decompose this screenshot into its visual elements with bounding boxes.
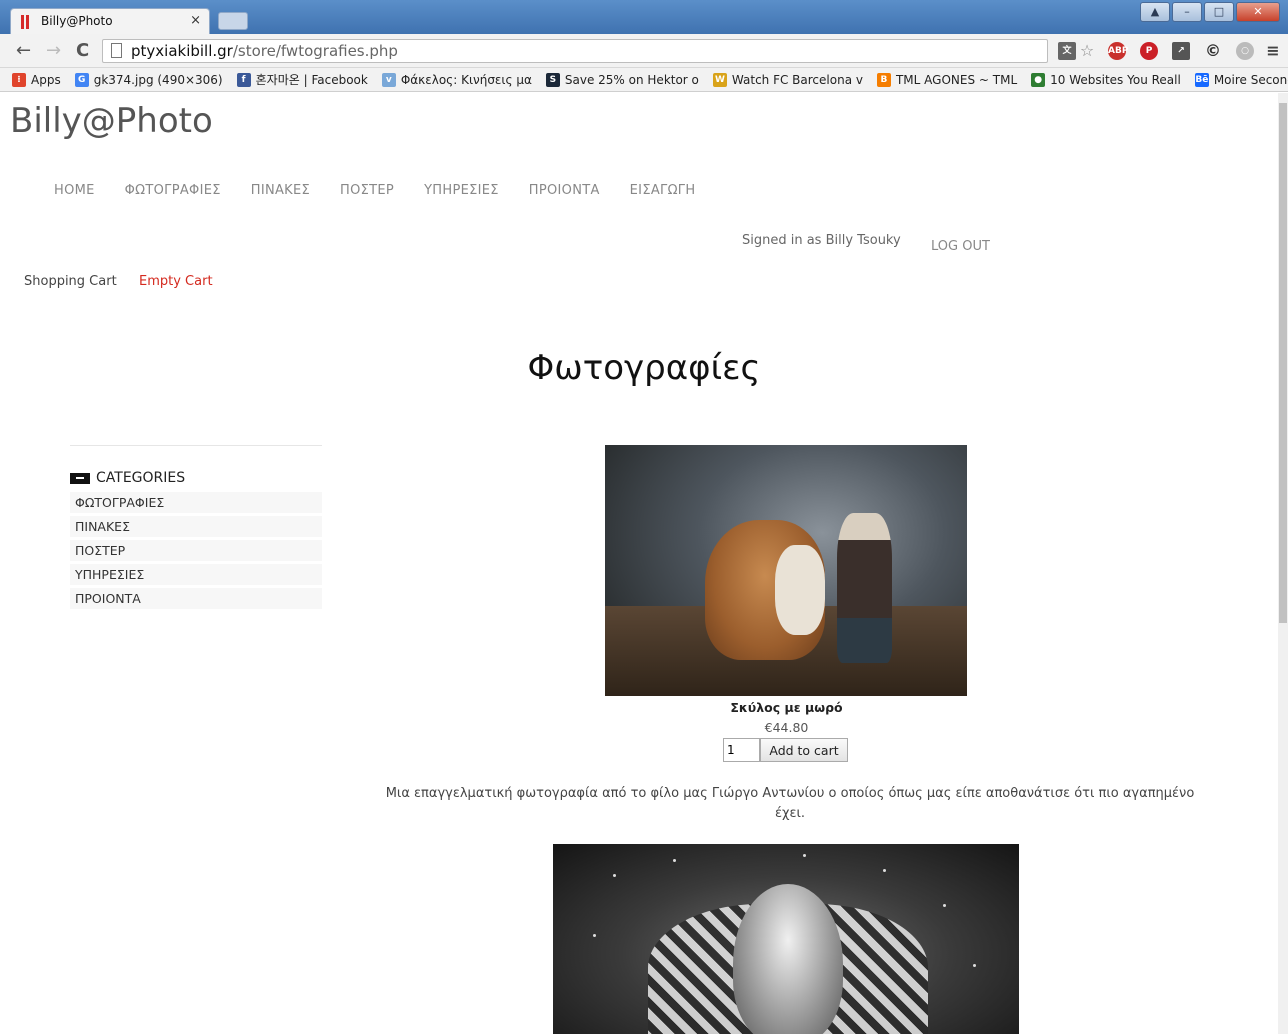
bookmark-item[interactable]: ⁝ Apps [12, 72, 61, 87]
photo-splash [673, 859, 676, 862]
sidebar-item-services[interactable]: ΥΠΗΡΕΣΙΕΣ [70, 564, 322, 585]
product-description: Μια επαγγελματική φωτογραφία από το φίλο… [385, 786, 1195, 821]
facebook-icon: f [236, 72, 251, 87]
address-bar[interactable]: ptyxiakibill.gr/store/fwtografies.php [102, 39, 1048, 63]
add-to-cart-button[interactable]: Add to cart [760, 738, 848, 762]
url-text: ptyxiakibill.gr/store/fwtografies.php [131, 42, 398, 60]
nav-home[interactable]: HOME [54, 183, 95, 198]
page-icon [111, 43, 122, 58]
sidebar-item-posters[interactable]: ΠΟΣΤΕΡ [70, 540, 322, 561]
nav-services[interactable]: ΥΠΗΡΕΣΙΕΣ [424, 183, 499, 198]
window-titlebar: Billy@Photo × ▲ – □ ✕ [0, 0, 1288, 34]
photo-splash [803, 854, 806, 857]
site-icon: W [712, 72, 727, 87]
blogger-icon: B [876, 72, 891, 87]
nav-products[interactable]: ΠΡΟΙΟΝΤΑ [529, 183, 600, 198]
categories-sidebar: CATEGORIES ΦΩΤΟΓΡΑΦΙΕΣ ΠΙΝΑΚΕΣ ΠΟΣΤΕΡ ΥΠ… [70, 445, 322, 612]
page-content: Billy@Photo HOME ΦΩΤΟΓΡΑΦΙΕΣ ΠΙΝΑΚΕΣ ΠΟΣ… [0, 93, 1278, 1034]
photo-head [733, 884, 843, 1034]
scrollbar-thumb[interactable] [1279, 103, 1287, 623]
minimize-icon[interactable]: – [1172, 2, 1202, 22]
page-title: Φωτογραφίες [527, 348, 761, 388]
window-controls: ▲ – □ ✕ [1140, 2, 1280, 22]
bookmarks-bar: ⁝ Apps Ggk374.jpg (490×306) f 혼자마온 | Faceb… [0, 68, 1288, 92]
product-image-dog-baby[interactable] [605, 445, 967, 696]
collapse-icon[interactable] [70, 472, 90, 484]
site-logo[interactable]: Billy@Photo [10, 101, 213, 141]
copyright-extension-icon[interactable]: © [1204, 42, 1222, 60]
bookmark-item[interactable]: ● 10 Websites You Reall [1031, 72, 1181, 87]
maximize-icon[interactable]: □ [1204, 2, 1234, 22]
categories-header[interactable]: CATEGORIES [70, 470, 322, 486]
photo-dog-chest [775, 545, 825, 635]
nav-photos[interactable]: ΦΩΤΟΓΡΑΦΙΕΣ [125, 183, 221, 198]
photo-child [837, 513, 892, 663]
browser-tab[interactable]: Billy@Photo × [10, 8, 210, 34]
product-image-bald-man[interactable] [553, 844, 1019, 1034]
sidebar-item-photos[interactable]: ΦΩΤΟΓΡΑΦΙΕΣ [70, 492, 322, 513]
bookmark-item[interactable]: v Φάκελος: Κινήσεις μα [381, 72, 532, 87]
new-tab-button[interactable] [218, 12, 248, 30]
empty-cart-link[interactable]: Empty Cart [139, 274, 213, 289]
logout-link[interactable]: LOG OUT [931, 239, 990, 254]
product-price: €44.80 [764, 720, 809, 735]
forward-arrow-icon[interactable]: → [46, 40, 61, 61]
reload-icon[interactable]: C [76, 40, 89, 61]
behance-icon: Bē [1194, 72, 1209, 87]
photo-splash [593, 934, 596, 937]
photo-splash [973, 964, 976, 967]
photo-splash [943, 904, 946, 907]
site-favicon-icon [21, 15, 31, 29]
sidebar-item-paintings[interactable]: ΠΙΝΑΚΕΣ [70, 516, 322, 537]
nav-posters[interactable]: ΠΟΣΤΕΡ [340, 183, 394, 198]
page-scrollbar[interactable] [1278, 93, 1288, 1034]
signed-in-status: Signed in as Billy Tsouky [742, 233, 901, 248]
photo-splash [613, 874, 616, 877]
quantity-input[interactable] [723, 738, 760, 762]
bookmark-item[interactable]: W Watch FC Barcelona v [712, 72, 863, 87]
bookmark-item[interactable]: S Save 25% on Hektor o [545, 72, 699, 87]
extension-circle-icon[interactable]: ○ [1236, 42, 1254, 60]
bookmark-item[interactable]: B TML AGONES ~ TML [876, 72, 1017, 87]
back-arrow-icon[interactable]: ← [16, 40, 31, 61]
nav-login[interactable]: ΕΙΣΑΓΩΓΗ [630, 183, 696, 198]
site-icon: v [381, 72, 396, 87]
close-window-icon[interactable]: ✕ [1236, 2, 1280, 22]
user-profile-icon[interactable]: ▲ [1140, 2, 1170, 22]
product-name: Σκύλος με μωρό [730, 700, 843, 715]
adblock-icon[interactable]: ABP [1108, 42, 1128, 60]
sidebar-item-products[interactable]: ΠΡΟΙΟΝΤΑ [70, 588, 322, 609]
photo-splash [883, 869, 886, 872]
categories-heading: CATEGORIES [96, 470, 186, 486]
bookmark-star-icon[interactable]: ☆ [1078, 42, 1096, 60]
steam-icon: S [545, 72, 560, 87]
google-icon: G [74, 72, 89, 87]
nav-paintings[interactable]: ΠΙΝΑΚΕΣ [251, 183, 310, 198]
shopping-cart-label: Shopping Cart [24, 274, 117, 289]
translate-icon[interactable]: 文 [1058, 42, 1076, 60]
pinterest-icon[interactable]: P [1140, 42, 1158, 60]
menu-icon[interactable]: ≡ [1264, 42, 1282, 60]
tab-title: Billy@Photo [41, 14, 113, 28]
close-tab-icon[interactable]: × [190, 13, 201, 28]
bookmark-item[interactable]: f 혼자마온 | Facebook [236, 71, 368, 88]
extension-icon[interactable]: ↗ [1172, 42, 1190, 60]
bookmark-item[interactable]: BēMoire Seconds Clock [1194, 72, 1288, 87]
browser-toolbar: ← → C ptyxiakibill.gr/store/fwtografies.… [0, 34, 1288, 68]
bookmark-item[interactable]: Ggk374.jpg (490×306) [74, 72, 223, 87]
apps-grid-icon: ⁝ [12, 72, 26, 87]
site-icon: ● [1031, 72, 1046, 87]
main-nav: HOME ΦΩΤΟΓΡΑΦΙΕΣ ΠΙΝΑΚΕΣ ΠΟΣΤΕΡ ΥΠΗΡΕΣΙΕ… [54, 183, 695, 198]
